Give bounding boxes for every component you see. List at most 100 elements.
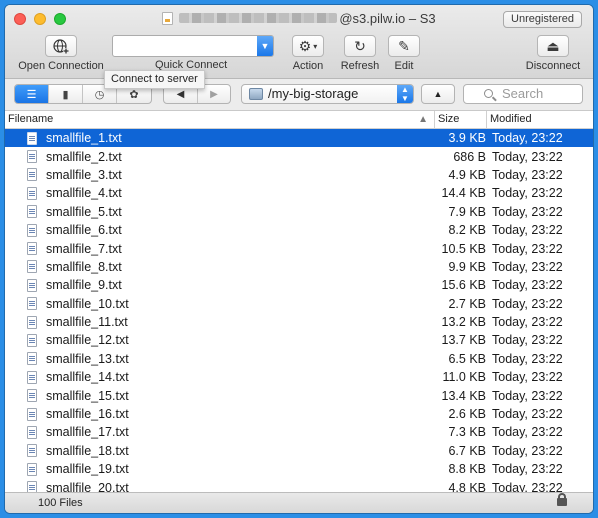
file-browser[interactable]: Filename ▲ Size Modified smallfile_1.txt…	[5, 111, 593, 492]
text-file-icon	[27, 131, 37, 145]
file-name-cell: smallfile_1.txt	[5, 131, 434, 145]
file-size: 6.5 KB	[448, 351, 486, 366]
file-name-cell: smallfile_15.txt	[5, 389, 434, 403]
refresh-button[interactable]: ↻ Refresh	[339, 35, 381, 72]
disk-icon	[249, 88, 263, 100]
text-file-icon	[27, 150, 37, 164]
path-selector[interactable]: /my-big-storage ▲ ▼	[241, 84, 414, 104]
file-modified: Today, 23:22	[492, 443, 563, 458]
file-name: smallfile_9.txt	[46, 278, 122, 293]
edit-button[interactable]: ✎ Edit	[385, 35, 423, 72]
list-icon: ☰	[26, 88, 37, 101]
file-row[interactable]: smallfile_9.txt 15.6 KB Today, 23:22	[5, 276, 593, 294]
file-modified: Today, 23:22	[492, 259, 563, 274]
file-modified: Today, 23:22	[492, 204, 563, 219]
refresh-icon: ↻	[344, 35, 376, 57]
file-modified: Today, 23:22	[492, 241, 563, 256]
browser-view-tab[interactable]: ☰	[15, 85, 49, 103]
file-row[interactable]: smallfile_4.txt 14.4 KB Today, 23:22	[5, 184, 593, 202]
file-row[interactable]: smallfile_16.txt 2.6 KB Today, 23:22	[5, 405, 593, 423]
file-name-cell: smallfile_4.txt	[5, 186, 434, 200]
file-row[interactable]: smallfile_6.txt 8.2 KB Today, 23:22	[5, 221, 593, 239]
file-row[interactable]: smallfile_10.txt 2.7 KB Today, 23:22	[5, 295, 593, 313]
app-window: @s3.pilw.io – S3 Unregistered Open Conne…	[5, 5, 593, 513]
file-row[interactable]: smallfile_7.txt 10.5 KB Today, 23:22	[5, 239, 593, 257]
lock-icon[interactable]	[557, 493, 567, 506]
bookmark-icon: ▮	[62, 88, 69, 101]
globe-plus-icon	[45, 35, 77, 57]
file-row[interactable]: smallfile_8.txt 9.9 KB Today, 23:22	[5, 258, 593, 276]
chevron-down-icon[interactable]: ▼	[257, 36, 273, 56]
open-connection-button[interactable]: Open Connection	[15, 35, 107, 72]
file-row[interactable]: smallfile_19.txt 8.8 KB Today, 23:22	[5, 460, 593, 478]
file-row[interactable]: smallfile_17.txt 7.3 KB Today, 23:22	[5, 423, 593, 441]
chevron-updown-icon: ▲ ▼	[397, 85, 413, 103]
file-name: smallfile_16.txt	[46, 407, 129, 422]
window-title-text: @s3.pilw.io – S3	[339, 11, 436, 26]
column-modified[interactable]: Modified	[486, 111, 593, 128]
file-row[interactable]: smallfile_14.txt 11.0 KB Today, 23:22	[5, 368, 593, 386]
file-modified: Today, 23:22	[492, 223, 563, 238]
search-input[interactable]: Search	[463, 84, 583, 104]
file-row[interactable]: smallfile_1.txt 3.9 KB Today, 23:22	[5, 129, 593, 148]
file-name: smallfile_3.txt	[46, 167, 122, 182]
file-row[interactable]: smallfile_12.txt 13.7 KB Today, 23:22	[5, 331, 593, 349]
eject-icon: ⏏	[537, 35, 569, 57]
refresh-label: Refresh	[340, 60, 380, 72]
file-size: 7.9 KB	[448, 204, 486, 219]
action-button[interactable]: ⚙ ▾ Action	[287, 35, 329, 72]
file-name-cell: smallfile_18.txt	[5, 444, 434, 458]
file-size: 2.6 KB	[448, 407, 486, 422]
file-size: 9.9 KB	[448, 259, 486, 274]
file-modified: Today, 23:22	[492, 370, 563, 385]
status-bar: 100 Files	[5, 492, 593, 513]
file-size: 8.8 KB	[448, 462, 486, 477]
text-file-icon	[27, 297, 37, 311]
file-modified: Today, 23:22	[492, 131, 563, 146]
file-size: 6.7 KB	[448, 443, 486, 458]
file-name: smallfile_18.txt	[46, 443, 129, 458]
unregistered-badge[interactable]: Unregistered	[503, 11, 582, 28]
file-modified: Today, 23:22	[492, 167, 563, 182]
gear-icon: ⚙ ▾	[292, 35, 324, 57]
open-connection-label: Open Connection	[18, 60, 104, 72]
file-modified: Today, 23:22	[492, 278, 563, 293]
file-row[interactable]: smallfile_15.txt 13.4 KB Today, 23:22	[5, 386, 593, 404]
file-size: 13.7 KB	[441, 333, 486, 348]
file-name-cell: smallfile_19.txt	[5, 462, 434, 476]
file-row[interactable]: smallfile_20.txt 4.8 KB Today, 23:22	[5, 478, 593, 492]
file-name: smallfile_12.txt	[46, 333, 129, 348]
file-row[interactable]: smallfile_18.txt 6.7 KB Today, 23:22	[5, 442, 593, 460]
column-size[interactable]: Size	[434, 111, 486, 128]
file-modified: Today, 23:22	[492, 186, 563, 201]
file-modified: Today, 23:22	[492, 425, 563, 440]
file-name-cell: smallfile_12.txt	[5, 333, 434, 347]
parent-directory-button[interactable]: ▲	[421, 84, 455, 104]
pencil-icon: ✎	[388, 35, 420, 57]
file-row[interactable]: smallfile_11.txt 13.2 KB Today, 23:22	[5, 313, 593, 331]
text-file-icon	[27, 205, 37, 219]
file-size: 14.4 KB	[441, 186, 486, 201]
bonjour-icon: ✿	[129, 88, 139, 101]
file-size: 4.8 KB	[448, 480, 486, 492]
file-size: 2.7 KB	[448, 296, 486, 311]
file-row[interactable]: smallfile_2.txt 686 B Today, 23:22	[5, 147, 593, 165]
quick-connect-combobox[interactable]: ▼	[112, 35, 274, 57]
file-modified: Today, 23:22	[492, 388, 563, 403]
bookmarks-view-tab[interactable]: ▮	[49, 85, 83, 103]
column-filename[interactable]: Filename ▲	[5, 111, 434, 128]
disconnect-button[interactable]: ⏏ Disconnect	[520, 35, 586, 72]
file-name: smallfile_8.txt	[46, 259, 122, 274]
file-name-cell: smallfile_20.txt	[5, 481, 434, 492]
text-file-icon	[27, 462, 37, 476]
disconnect-label: Disconnect	[525, 60, 581, 72]
file-size: 11.0 KB	[442, 370, 486, 385]
arrow-up-icon: ▲	[433, 89, 443, 99]
file-row[interactable]: smallfile_3.txt 4.9 KB Today, 23:22	[5, 166, 593, 184]
file-row[interactable]: smallfile_13.txt 6.5 KB Today, 23:22	[5, 350, 593, 368]
file-row[interactable]: smallfile_5.txt 7.9 KB Today, 23:22	[5, 203, 593, 221]
file-modified: Today, 23:22	[492, 149, 563, 164]
current-path: /my-big-storage	[268, 86, 359, 101]
file-rows: smallfile_1.txt 3.9 KB Today, 23:22 smallfi…	[5, 129, 593, 492]
text-file-icon	[27, 481, 37, 492]
